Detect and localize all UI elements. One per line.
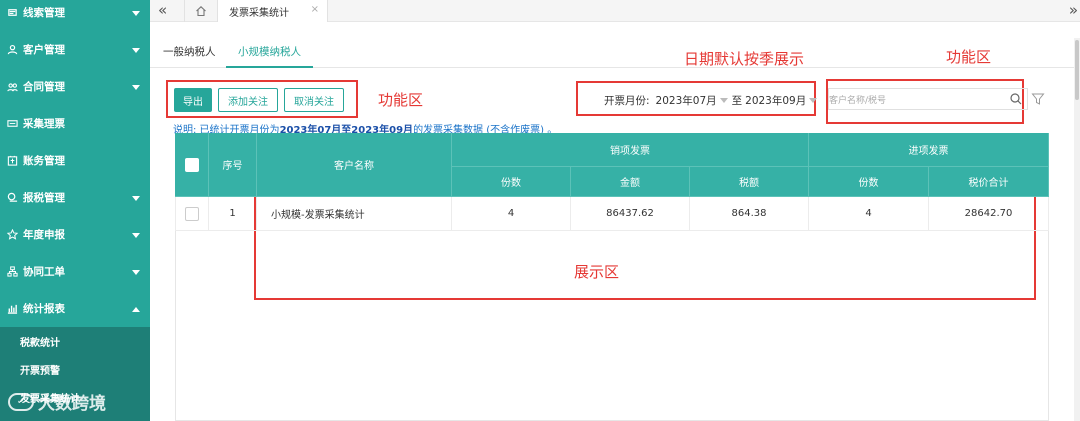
sidebar-item-contracts[interactable]: 合同管理 [0,68,150,105]
sidebar-item-label: 合同管理 [23,81,65,93]
cell-sales-amount: 86437.62 [571,197,690,231]
column-header-seq: 序号 [209,133,257,197]
collapse-sidebar-icon[interactable]: « [158,0,174,22]
tab-label: 发票采集统计 [229,7,289,19]
watermark: ✓ 大数跨境 [8,389,106,414]
column-group-sales: 销项发票 [452,133,809,167]
cell-input-count: 4 [809,197,929,231]
invoice-month-filter: 开票月份: 2023年07月 至 2023年09月 [604,92,821,108]
annotation-function-area-left: 功能区 [378,91,424,109]
cell-sales-tax: 864.38 [690,197,809,231]
scroll-tabs-right-icon[interactable]: » [1069,0,1078,22]
sidebar-item-label: 统计报表 [23,303,65,315]
row-checkbox[interactable] [185,206,199,221]
sidebar-item-annual[interactable]: 年度申报 [0,216,150,253]
page-scrollbar-thumb[interactable] [1075,40,1079,100]
column-header-customer[interactable]: 客户名称 [257,133,452,197]
workflow-icon [6,265,19,278]
sidebar-item-accounts[interactable]: 账务管理 [0,142,150,179]
filter-icon[interactable] [1031,92,1045,106]
annotation-function-area-right: 功能区 [946,48,992,66]
watermark-text: 大数跨境 [38,394,106,414]
column-group-input: 进项发票 [809,133,1049,167]
chevron-down-icon [809,97,818,103]
sidebar-item-workorders[interactable]: 协同工单 [0,253,150,290]
sidebar-item-customers[interactable]: 客户管理 [0,31,150,68]
search-placeholder: 客户名称/税号 [829,95,887,106]
chevron-down-icon [132,10,140,16]
cancel-follow-button[interactable]: 取消关注 [284,88,344,112]
sidebar-item-leads[interactable]: 线索管理 [0,0,150,31]
sidebar-item-invoice-collect[interactable]: 采集理票 [0,105,150,142]
chart-icon [6,302,19,315]
submenu-item-tax-stats[interactable]: 税款统计 [0,327,150,355]
chevron-down-icon [719,97,728,103]
search-icon[interactable] [1010,93,1022,105]
home-icon[interactable] [184,0,218,22]
close-icon[interactable]: × [311,4,319,15]
cell-seq: 1 [209,197,257,231]
month-to-select[interactable]: 2023年09月 [745,93,806,108]
sidebar-item-label: 客户管理 [23,44,65,56]
search-input[interactable]: 客户名称/税号 [828,88,1028,110]
tab-small-taxpayer[interactable]: 小规模纳税人 [226,38,313,68]
cell-input-total: 28642.70 [929,197,1049,231]
chevron-up-icon [132,306,140,312]
column-header-sales-count[interactable]: 份数 [452,167,571,197]
contract-icon [6,80,19,93]
column-header-input-total[interactable]: 税价合计 [929,167,1049,197]
watermark-logo-icon: ✓ [8,392,34,411]
ticket-icon [6,117,19,130]
sidebar-item-label: 协同工单 [23,266,65,278]
add-follow-button[interactable]: 添加关注 [218,88,278,112]
column-header-sales-tax[interactable]: 税额 [690,167,809,197]
month-from-select[interactable]: 2023年07月 [656,93,717,108]
month-filter-label: 开票月份: [604,94,650,107]
tab-bar: « 发票采集统计 × » [150,0,1080,22]
tab-general-taxpayer[interactable]: 一般纳税人 [163,38,216,68]
submenu-item-invoice-warning[interactable]: 开票预警 [0,355,150,383]
sidebar-item-reports[interactable]: 统计报表 [0,290,150,327]
row-select-cell [175,197,209,231]
select-all-cell [175,133,209,197]
column-header-input-count[interactable]: 份数 [809,167,929,197]
sidebar-item-tax-filing[interactable]: 报税管理 [0,179,150,216]
cell-sales-count: 4 [452,197,571,231]
chevron-down-icon [132,232,140,238]
month-range-separator: 至 [731,94,743,107]
account-icon [6,154,19,167]
column-header-sales-amount[interactable]: 金额 [571,167,690,197]
cell-customer[interactable]: 小规模-发票采集统计 [257,197,452,231]
sidebar-item-label: 年度申报 [23,229,65,241]
annotation-date-default: 日期默认按季展示 [684,50,805,68]
chevron-down-icon [132,269,140,275]
chevron-down-icon [132,47,140,53]
chevron-down-icon [132,195,140,201]
taxpayer-tabs: 一般纳税人 小规模纳税人 [150,38,1078,68]
calendar-icon [6,228,19,241]
sidebar-item-label: 报税管理 [23,192,65,204]
tax-icon [6,191,19,204]
lead-icon [6,6,19,19]
tab-invoice-collect-stats[interactable]: 发票采集统计 × [218,0,328,22]
export-button[interactable]: 导出 [174,88,212,112]
user-icon [6,43,19,56]
sidebar-item-label: 线索管理 [23,7,65,19]
sidebar: 线索管理 客户管理 合同管理 采集理票 账务管理 报税管理 年度申报 协同工单 … [0,0,150,421]
select-all-checkbox[interactable] [184,157,199,172]
sidebar-item-label: 采集理票 [23,118,65,130]
chevron-down-icon [132,84,140,90]
sidebar-item-label: 账务管理 [23,155,65,167]
